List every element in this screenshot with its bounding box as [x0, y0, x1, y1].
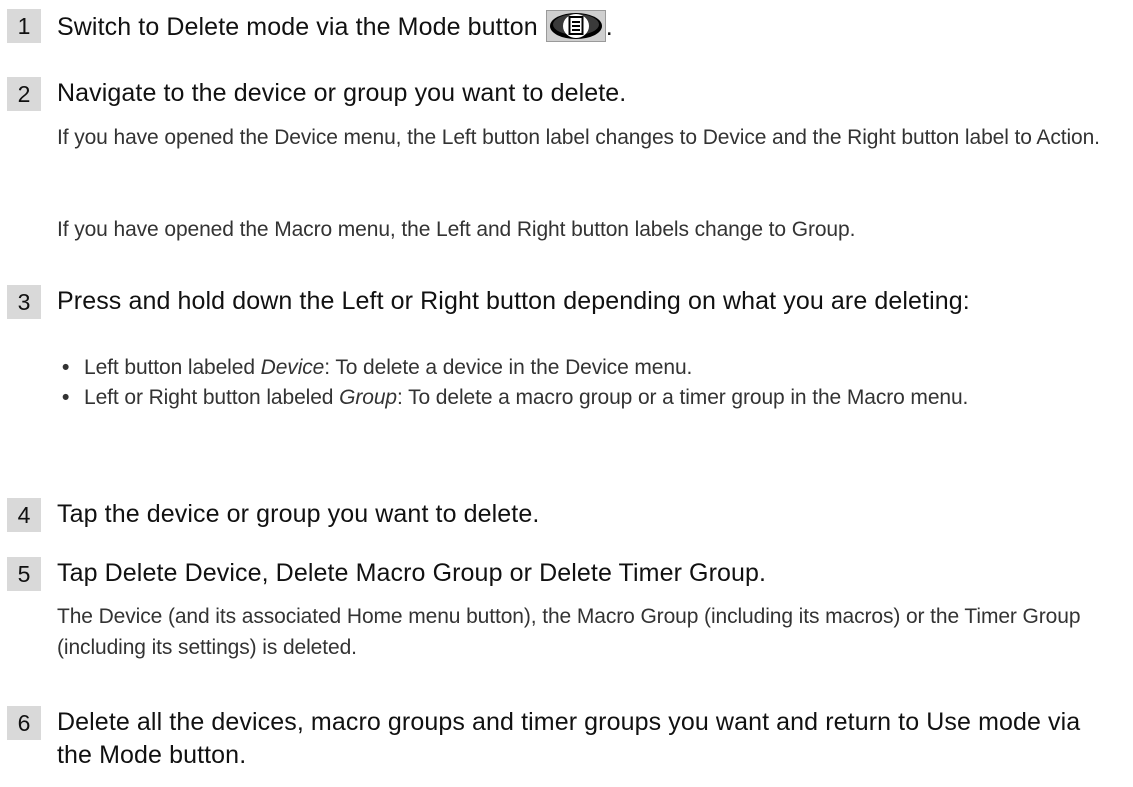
bullet-glyph: •	[62, 356, 70, 379]
bullet-text-suffix: : To delete a macro group or a timer gro…	[396, 386, 969, 409]
step-title: Delete all the devices, macro groups and…	[57, 708, 1081, 769]
step-title: Navigate to the device or group you want…	[57, 79, 627, 107]
step-title-period: .	[605, 13, 613, 41]
step-paragraph: If you have opened the Macro menu, the L…	[57, 218, 856, 241]
step-number: 3	[7, 285, 41, 319]
list-item: • Left or Right button labeled Group: To…	[57, 383, 1113, 413]
step-number: 4	[7, 498, 41, 532]
step-title-text: Switch to Delete mode via the Mode butto…	[57, 13, 538, 41]
step-number: 2	[7, 77, 41, 111]
step-number: 6	[7, 706, 41, 740]
step-paragraph: The Device (and its associated Home menu…	[57, 605, 1081, 659]
mode-button-icon	[545, 10, 606, 51]
bullet-glyph: •	[62, 386, 70, 409]
bullet-text-emphasis: Group	[339, 386, 397, 409]
step-number: 1	[7, 9, 41, 43]
step-title: Tap Delete Device, Delete Macro Group or…	[57, 559, 767, 587]
bullet-list: • Left button labeled Device: To delete …	[57, 353, 1113, 413]
list-item: • Left button labeled Device: To delete …	[57, 353, 1113, 383]
bullet-text-suffix: : To delete a device in the Device menu.	[324, 356, 693, 379]
bullet-text-prefix: Left button labeled	[84, 356, 261, 379]
step-title: Tap the device or group you want to dele…	[57, 500, 540, 528]
step-title: Switch to Delete mode via the Mode butto…	[57, 10, 1113, 51]
bullet-text-emphasis: Device	[260, 356, 325, 379]
step-paragraph: If you have opened the Device menu, the …	[57, 126, 1100, 149]
step-number: 5	[7, 557, 41, 591]
step-title: Press and hold down the Left or Right bu…	[57, 287, 970, 315]
bullet-text-prefix: Left or Right button labeled	[84, 386, 340, 409]
